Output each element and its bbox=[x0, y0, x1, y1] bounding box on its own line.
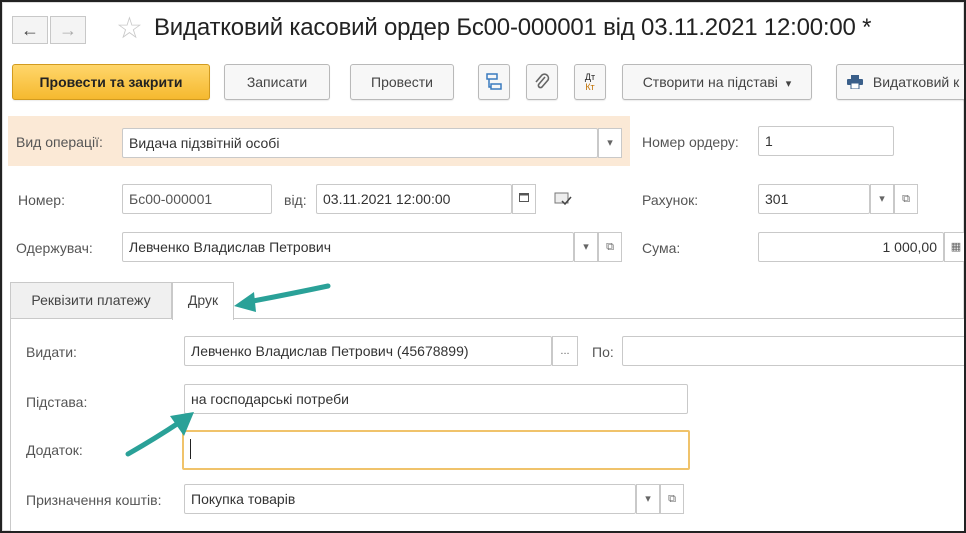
back-arrow-icon[interactable]: ← bbox=[12, 16, 48, 44]
open-form-icon[interactable]: ⧉ bbox=[894, 184, 918, 214]
document-window: ← → ☆ Видатковий касовий ордер Бс00-0000… bbox=[0, 0, 966, 533]
account-label: Рахунок: bbox=[642, 192, 699, 208]
date-label: від: bbox=[284, 192, 307, 208]
print-label: Видатковий к bbox=[872, 74, 960, 90]
dropdown-icon[interactable]: ▾ bbox=[574, 232, 598, 262]
calendar-icon[interactable] bbox=[512, 184, 536, 214]
date-field[interactable]: 03.11.2021 12:00:00 bbox=[316, 184, 512, 214]
purpose-label: Призначення коштів: bbox=[26, 492, 162, 508]
create-based-on-button[interactable]: Створити на підставі ▾ bbox=[622, 64, 812, 100]
dropdown-icon[interactable]: ▾ bbox=[636, 484, 660, 514]
dropdown-icon[interactable]: ▾ bbox=[598, 128, 622, 158]
dropdown-icon[interactable]: ▾ bbox=[870, 184, 894, 214]
by-field[interactable] bbox=[622, 336, 964, 366]
open-form-icon[interactable]: ⧉ bbox=[598, 232, 622, 262]
printer-icon bbox=[847, 75, 863, 90]
amount-label: Сума: bbox=[642, 240, 681, 256]
post-button[interactable]: Провести bbox=[350, 64, 454, 100]
forward-arrow-icon[interactable]: → bbox=[50, 16, 86, 44]
dt-kt-icon[interactable]: Дт Кт bbox=[574, 64, 606, 100]
number-label: Номер: bbox=[18, 192, 65, 208]
account-field[interactable]: 301 bbox=[758, 184, 870, 214]
number-field[interactable]: Бс00-000001 bbox=[122, 184, 272, 214]
kt-label: Кт bbox=[585, 82, 595, 92]
select-button[interactable]: ... bbox=[552, 336, 578, 366]
post-and-close-button[interactable]: Провести та закрити bbox=[12, 64, 210, 100]
order-number-label: Номер ордеру: bbox=[642, 134, 739, 150]
attachment-label: Додаток: bbox=[26, 442, 83, 458]
open-form-icon[interactable]: ⧉ bbox=[660, 484, 684, 514]
issue-field[interactable]: Левченко Владислав Петрович (45678899) bbox=[184, 336, 552, 366]
tab-payment-details[interactable]: Реквізити платежу bbox=[10, 282, 172, 318]
recipient-field[interactable]: Левченко Владислав Петрович bbox=[122, 232, 574, 262]
operation-type-label: Вид операції: bbox=[16, 134, 103, 150]
recipient-label: Одержувач: bbox=[16, 240, 93, 256]
save-button[interactable]: Записати bbox=[224, 64, 330, 100]
paperclip-icon[interactable] bbox=[526, 64, 558, 100]
calculator-icon[interactable]: ▦ bbox=[944, 232, 964, 262]
annotation-arrow-icon bbox=[234, 283, 331, 312]
order-number-field[interactable]: 1 bbox=[758, 126, 894, 156]
structure-icon[interactable] bbox=[478, 64, 510, 100]
chevron-down-icon: ▾ bbox=[785, 78, 792, 90]
basis-label: Підстава: bbox=[26, 394, 88, 410]
purpose-field[interactable]: Покупка товарів bbox=[184, 484, 636, 514]
amount-field[interactable]: 1 000,00 bbox=[758, 232, 944, 262]
page-title: Видатковий касовий ордер Бс00-000001 від… bbox=[154, 14, 872, 41]
star-icon[interactable]: ☆ bbox=[116, 12, 143, 46]
annotation-arrow-icon bbox=[125, 412, 194, 457]
document-check-icon[interactable] bbox=[554, 192, 572, 209]
print-button[interactable]: Видатковий к bbox=[836, 64, 964, 100]
attachment-field[interactable] bbox=[182, 430, 690, 470]
issue-label: Видати: bbox=[26, 344, 77, 360]
operation-type-field[interactable]: Видача підзвітній особі bbox=[122, 128, 598, 158]
create-based-label: Створити на підставі bbox=[642, 74, 778, 90]
basis-field[interactable]: на господарські потреби bbox=[184, 384, 688, 414]
tab-print[interactable]: Друк bbox=[172, 282, 234, 320]
by-label: По: bbox=[592, 344, 614, 360]
dt-label: Дт bbox=[584, 72, 596, 82]
